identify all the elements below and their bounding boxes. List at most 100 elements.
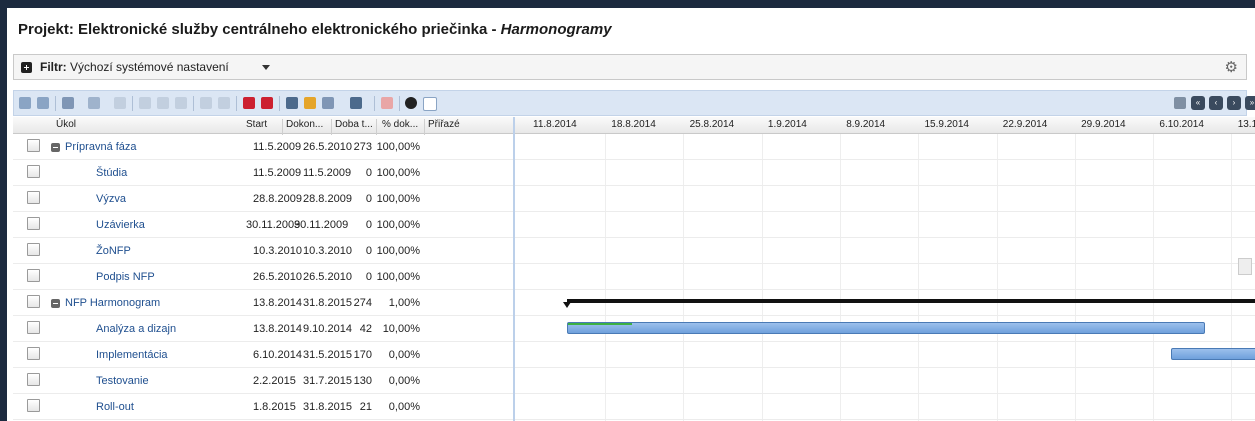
timeline-date: 1.9.2014	[767, 119, 807, 130]
task-name[interactable]: Implementácia	[96, 349, 168, 361]
add-task-icon[interactable]	[243, 97, 255, 109]
task-row[interactable]: ŽoNFP 10.3.2010 10.3.2010 0 100,00%	[13, 238, 513, 264]
row-checkbox[interactable]	[27, 321, 40, 334]
gear-icon[interactable]: ⚙	[1225, 58, 1238, 76]
gantt-row	[515, 394, 1255, 420]
save-icon[interactable]	[19, 97, 31, 109]
task-name[interactable]: Podpis NFP	[96, 271, 155, 283]
row-checkbox[interactable]	[27, 139, 40, 152]
expand-right-icon[interactable]	[423, 97, 437, 111]
finish-cell: 10.3.2010	[303, 245, 352, 257]
col-start[interactable]: Start	[246, 119, 267, 130]
task-grid: Úkol Start Dokon... Doba t... % dok... P…	[13, 117, 515, 421]
gantt-row	[515, 290, 1255, 316]
timeline-header: 11.8.2014 18.8.2014 25.8.2014 1.9.2014 8.9.2…	[515, 117, 1255, 134]
row-checkbox[interactable]	[27, 191, 40, 204]
view-icon[interactable]	[88, 97, 100, 109]
collapse-icon[interactable]	[51, 299, 60, 308]
collapse-icon[interactable]	[51, 143, 60, 152]
filter-icon[interactable]	[322, 97, 334, 109]
indent-icon[interactable]	[139, 97, 151, 109]
task-row[interactable]: Štúdia 11.5.2009 11.5.2009 0 100,00%	[13, 160, 513, 186]
filter-label[interactable]: Filtr: Výchozí systémové nastavení	[40, 60, 229, 74]
task-name[interactable]: Roll-out	[96, 401, 134, 413]
row-checkbox[interactable]	[27, 217, 40, 230]
percent-cell: 0,00%	[388, 375, 420, 387]
col-task[interactable]: Úkol	[56, 119, 76, 130]
row-checkbox[interactable]	[27, 165, 40, 178]
percent-cell: 100,00%	[376, 245, 420, 257]
print-icon[interactable]	[286, 97, 298, 109]
task-name[interactable]: Prípravná fáza	[65, 141, 137, 153]
gantt-chart: 11.8.2014 18.8.2014 25.8.2014 1.9.2014 8.9.2…	[515, 117, 1255, 421]
task-name[interactable]: Uzávierka	[96, 219, 145, 231]
col-duration[interactable]: Doba t...	[335, 119, 373, 130]
percent-cell: 0,00%	[388, 401, 420, 413]
task-bar[interactable]	[1171, 348, 1255, 360]
percent-cell: 10,00%	[382, 323, 420, 335]
timeline-date: 25.8.2014	[689, 119, 735, 130]
task-row[interactable]: Výzva 28.8.2009 28.8.2009 0 100,00%	[13, 186, 513, 212]
percent-cell: 1,00%	[388, 297, 420, 309]
task-row[interactable]: Analýza a dizajn 13.8.2014 9.10.2014 42 10,0…	[13, 316, 513, 342]
move-up-icon[interactable]	[175, 97, 187, 109]
task-row[interactable]: Uzávierka 30.11.2009 30.11.2009 0 100,00%	[13, 212, 513, 238]
scrollbar[interactable]	[1238, 258, 1252, 275]
summary-bar[interactable]	[563, 299, 1255, 308]
col-assigned[interactable]: Přiřazé	[428, 119, 460, 130]
task-name[interactable]: Štúdia	[96, 167, 127, 179]
row-checkbox[interactable]	[27, 399, 40, 412]
info-icon[interactable]	[405, 97, 417, 109]
task-row[interactable]: Podpis NFP 26.5.2010 26.5.2010 0 100,00%	[13, 264, 513, 290]
delete-icon[interactable]	[381, 97, 393, 109]
outdent-icon[interactable]	[157, 97, 169, 109]
link-icon[interactable]	[200, 97, 212, 109]
col-percent[interactable]: % dok...	[382, 119, 418, 130]
filter-bar[interactable]: Filtr: Výchozí systémové nastavení ⚙	[13, 54, 1247, 80]
task-bar[interactable]	[567, 322, 1205, 334]
timeline-date: 18.8.2014	[611, 119, 656, 130]
task-row[interactable]: Roll-out 1.8.2015 31.8.2015 21 0,00%	[13, 394, 513, 420]
task-name[interactable]: Výzva	[96, 193, 126, 205]
check-icon[interactable]	[62, 97, 74, 109]
task-name[interactable]: ŽoNFP	[96, 245, 131, 257]
camera-icon[interactable]	[350, 97, 362, 109]
finish-cell: 26.5.2010	[303, 141, 352, 153]
gantt-row	[515, 264, 1255, 290]
remove-task-icon[interactable]	[261, 97, 273, 109]
unlink-icon[interactable]	[218, 97, 230, 109]
row-checkbox[interactable]	[27, 295, 40, 308]
row-checkbox[interactable]	[27, 347, 40, 360]
row-checkbox[interactable]	[27, 373, 40, 386]
task-name[interactable]: Testovanie	[96, 375, 149, 387]
calendar-icon[interactable]	[1174, 97, 1186, 109]
toolbar: « ‹ › »	[13, 90, 1255, 116]
task-row[interactable]: Prípravná fáza 11.5.2009 26.5.2010 273 100,0…	[13, 134, 513, 160]
paint-icon[interactable]	[114, 97, 126, 109]
duration-cell: 273	[353, 141, 372, 153]
row-checkbox[interactable]	[27, 243, 40, 256]
prev-page-icon[interactable]: ‹	[1209, 96, 1223, 110]
finish-cell: 26.5.2010	[303, 271, 352, 283]
percent-cell: 100,00%	[376, 193, 420, 205]
unlock-icon[interactable]	[304, 97, 316, 109]
chevron-down-icon[interactable]	[262, 65, 270, 70]
timeline-date: 11.8.2014	[533, 119, 577, 130]
grid-header: Úkol Start Dokon... Doba t... % dok... P…	[13, 117, 513, 135]
next-page-icon[interactable]: ›	[1227, 96, 1241, 110]
app-window: Projekt: Elektronické služby centrálneho…	[7, 8, 1255, 421]
task-row[interactable]: NFP Harmonogram 13.8.2014 31.8.2015 274 1,00…	[13, 290, 513, 316]
summary-marker	[563, 302, 572, 308]
first-page-icon[interactable]: «	[1191, 96, 1205, 110]
row-checkbox[interactable]	[27, 269, 40, 282]
task-name[interactable]: NFP Harmonogram	[65, 297, 160, 309]
save-as-icon[interactable]	[37, 97, 49, 109]
task-row[interactable]: Testovanie 2.2.2015 31.7.2015 130 0,00%	[13, 368, 513, 394]
last-page-icon[interactable]: »	[1245, 96, 1255, 110]
task-row[interactable]: Implementácia 6.10.2014 31.5.2015 170 0,00%	[13, 342, 513, 368]
duration-cell: 170	[353, 349, 372, 361]
task-name[interactable]: Analýza a dizajn	[96, 323, 176, 335]
expand-icon[interactable]	[21, 62, 32, 73]
col-finish[interactable]: Dokon...	[286, 119, 323, 130]
finish-cell: 30.11.2009	[294, 219, 349, 231]
